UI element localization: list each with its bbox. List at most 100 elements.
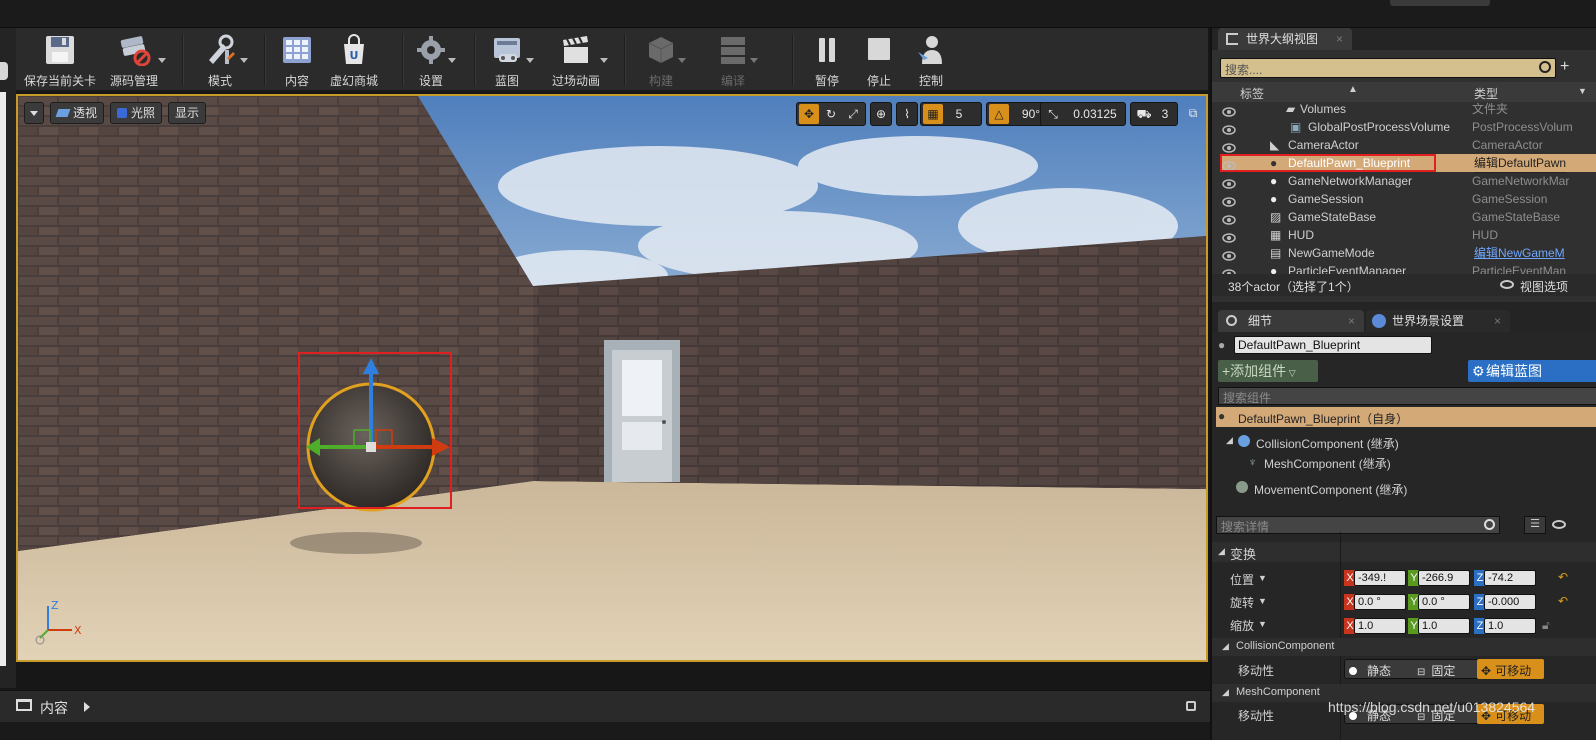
visibility-eye-icon[interactable] <box>1222 248 1236 261</box>
scale-y-field[interactable]: 1.0 <box>1418 618 1470 634</box>
outliner-search-input[interactable]: 搜索.... <box>1220 58 1556 78</box>
outliner-row[interactable]: ▣ GlobalPostProcessVolume PostProcessVolum <box>1220 118 1596 136</box>
location-x-field[interactable]: -349.! <box>1354 570 1406 586</box>
visibility-eye-icon[interactable] <box>1222 266 1236 274</box>
rotation-z-field[interactable]: -0.000 <box>1484 594 1536 610</box>
close-icon[interactable]: × <box>1494 310 1501 332</box>
grid-snap-control[interactable]: ▦ 5 <box>920 102 982 126</box>
visibility-eye-icon[interactable] <box>1222 140 1236 153</box>
edit-blueprint-button[interactable]: ⚙ 编辑蓝图 <box>1468 360 1596 382</box>
chevron-down-icon[interactable] <box>448 58 456 63</box>
world-local-toggle[interactable]: ⊕ <box>870 102 892 126</box>
visibility-eye-icon[interactable] <box>1222 194 1236 207</box>
component-search-input[interactable]: 搜索组件 <box>1218 387 1596 405</box>
chevron-down-icon[interactable] <box>158 58 166 63</box>
expand-arrow-icon[interactable]: ◢ <box>1226 435 1233 446</box>
modes-button[interactable]: 模式 <box>194 32 248 88</box>
chevron-down-icon[interactable] <box>240 58 248 63</box>
show-button[interactable]: 显示 <box>168 102 206 124</box>
rotation-y-field[interactable]: 0.0 ° <box>1418 594 1470 610</box>
surface-snap-toggle[interactable]: ⌇ <box>896 102 918 126</box>
lock-icon[interactable] <box>1186 701 1196 711</box>
build-button[interactable]: 构建 <box>638 32 686 88</box>
pause-button[interactable]: 暂停 <box>804 32 850 88</box>
outliner-row[interactable]: ● GameSession GameSession <box>1220 190 1596 208</box>
outliner-row[interactable]: ▤ NewGameMode 编辑NewGameM <box>1220 244 1596 262</box>
add-icon[interactable]: + <box>1560 58 1569 76</box>
scale-z-field[interactable]: 1.0 <box>1484 618 1536 634</box>
viewport-options-button[interactable] <box>24 102 44 124</box>
visibility-eye-icon[interactable] <box>1222 176 1236 189</box>
stop-button[interactable]: 停止 <box>856 32 902 88</box>
source-control-button[interactable]: 源码管理 <box>104 32 166 88</box>
chevron-down-icon[interactable]: ▼ <box>1258 619 1267 629</box>
chevron-down-icon[interactable] <box>526 58 534 63</box>
outliner-row[interactable]: ▦ HUD HUD <box>1220 226 1596 244</box>
add-component-button[interactable]: +添加组件 ▽ <box>1218 360 1318 382</box>
tab-details[interactable]: 细节 × <box>1218 310 1364 332</box>
collision-category[interactable]: ◢ CollisionComponent <box>1212 638 1596 656</box>
rotate-tool-icon[interactable]: ↻ <box>821 104 841 124</box>
marketplace-button[interactable]: U 虚幻商城 <box>324 32 384 88</box>
edit-blueprint-link[interactable]: 编辑DefaultPawn <box>1474 154 1567 173</box>
collapse-handle[interactable] <box>0 62 8 80</box>
level-viewport[interactable]: Z X 透视 光照 显示 ✥ ↻ ⤢ ⊕ ⌇ ▦ 5 △ 90° ⤡ 0.031… <box>16 94 1208 662</box>
component-tree-item[interactable]: ♆ MeshComponent (继承) <box>1248 452 1596 472</box>
view-options-button[interactable]: 视图选项 <box>1520 278 1568 295</box>
scale-snap-control[interactable]: ⤡ 0.03125 <box>1040 102 1126 126</box>
mobility-static-option[interactable]: 静态 <box>1349 662 1409 679</box>
move-tool-icon[interactable]: ✥ <box>799 104 819 124</box>
window-tab[interactable] <box>1390 0 1490 6</box>
component-self-item[interactable]: ● DefaultPawn_Blueprint（自身） <box>1216 407 1596 427</box>
component-tree-item[interactable]: MovementComponent (继承) <box>1236 478 1596 498</box>
camera-speed-control[interactable]: ⛟ 3 <box>1130 102 1178 126</box>
list-view-icon[interactable]: ☰ <box>1524 516 1546 534</box>
outliner-row[interactable]: ▨ GameStateBase GameStateBase <box>1220 208 1596 226</box>
transform-category[interactable]: ◢ 变换 <box>1212 542 1596 562</box>
visibility-eye-icon[interactable] <box>1222 230 1236 243</box>
maximize-viewport-button[interactable]: ⧉ <box>1184 102 1202 126</box>
chevron-down-icon[interactable] <box>678 58 686 63</box>
mobility-movable-option[interactable]: ✥ 可移动 <box>1477 659 1544 679</box>
chevron-down-icon[interactable]: ▼ <box>1258 573 1267 583</box>
chevron-down-icon[interactable] <box>750 58 758 63</box>
visibility-eye-icon[interactable] <box>1222 212 1236 225</box>
reset-icon[interactable]: ↶ <box>1558 570 1568 584</box>
component-tree-item[interactable]: ◢ CollisionComponent (继承) <box>1226 432 1596 452</box>
location-z-field[interactable]: -74.2 <box>1484 570 1536 586</box>
blueprints-button[interactable]: 蓝图 <box>482 32 534 88</box>
compile-button[interactable]: 编译 <box>710 32 758 88</box>
chevron-down-icon[interactable]: ▼ <box>1578 86 1587 96</box>
tab-world-settings[interactable]: 世界场景设置 × <box>1366 310 1510 332</box>
tab-world-outliner[interactable]: 世界大纲视图 × <box>1218 28 1352 50</box>
mobility-stationary-option[interactable]: ⊟ 固定 <box>1417 662 1477 679</box>
close-icon[interactable]: × <box>1336 28 1343 50</box>
edit-blueprint-link[interactable]: 编辑NewGameM <box>1474 244 1565 262</box>
save-level-button[interactable]: 保存当前关卡 <box>22 32 98 88</box>
reset-icon[interactable]: ↶ <box>1558 594 1568 608</box>
visibility-eye-icon[interactable] <box>1222 104 1236 117</box>
content-button[interactable]: 内容 <box>274 32 320 88</box>
actor-name-field[interactable]: DefaultPawn_Blueprint <box>1234 336 1432 354</box>
chevron-down-icon[interactable]: ▼ <box>1258 596 1267 606</box>
lit-button[interactable]: 光照 <box>110 102 162 124</box>
location-y-field[interactable]: -266.9 <box>1418 570 1470 586</box>
perspective-button[interactable]: 透视 <box>50 102 104 124</box>
outliner-row[interactable]: ● ParticleEventManager ParticleEventMan <box>1220 262 1596 274</box>
content-bar-label[interactable]: 内容 <box>40 698 68 718</box>
chevron-down-icon[interactable] <box>600 58 608 63</box>
cinematics-button[interactable]: 过场动画 <box>546 32 608 88</box>
rotation-x-field[interactable]: 0.0 ° <box>1354 594 1406 610</box>
eye-icon[interactable] <box>1552 520 1566 529</box>
outliner-row[interactable]: ▰ Volumes 文件夹 <box>1220 100 1596 118</box>
scale-x-field[interactable]: 1.0 <box>1354 618 1406 634</box>
visibility-eye-icon[interactable] <box>1222 122 1236 135</box>
possess-button[interactable]: 控制 <box>908 32 954 88</box>
close-icon[interactable]: × <box>1348 310 1355 332</box>
settings-button[interactable]: 设置 <box>408 32 456 88</box>
outliner-row[interactable]: ● GameNetworkManager GameNetworkMar <box>1220 172 1596 190</box>
scale-tool-icon[interactable]: ⤢ <box>843 104 863 124</box>
lock-icon[interactable]: 🔓︎ <box>1542 618 1550 633</box>
details-search-input[interactable]: 搜索详情 <box>1216 516 1500 534</box>
outliner-row[interactable]: ◣ CameraActor CameraActor <box>1220 136 1596 154</box>
